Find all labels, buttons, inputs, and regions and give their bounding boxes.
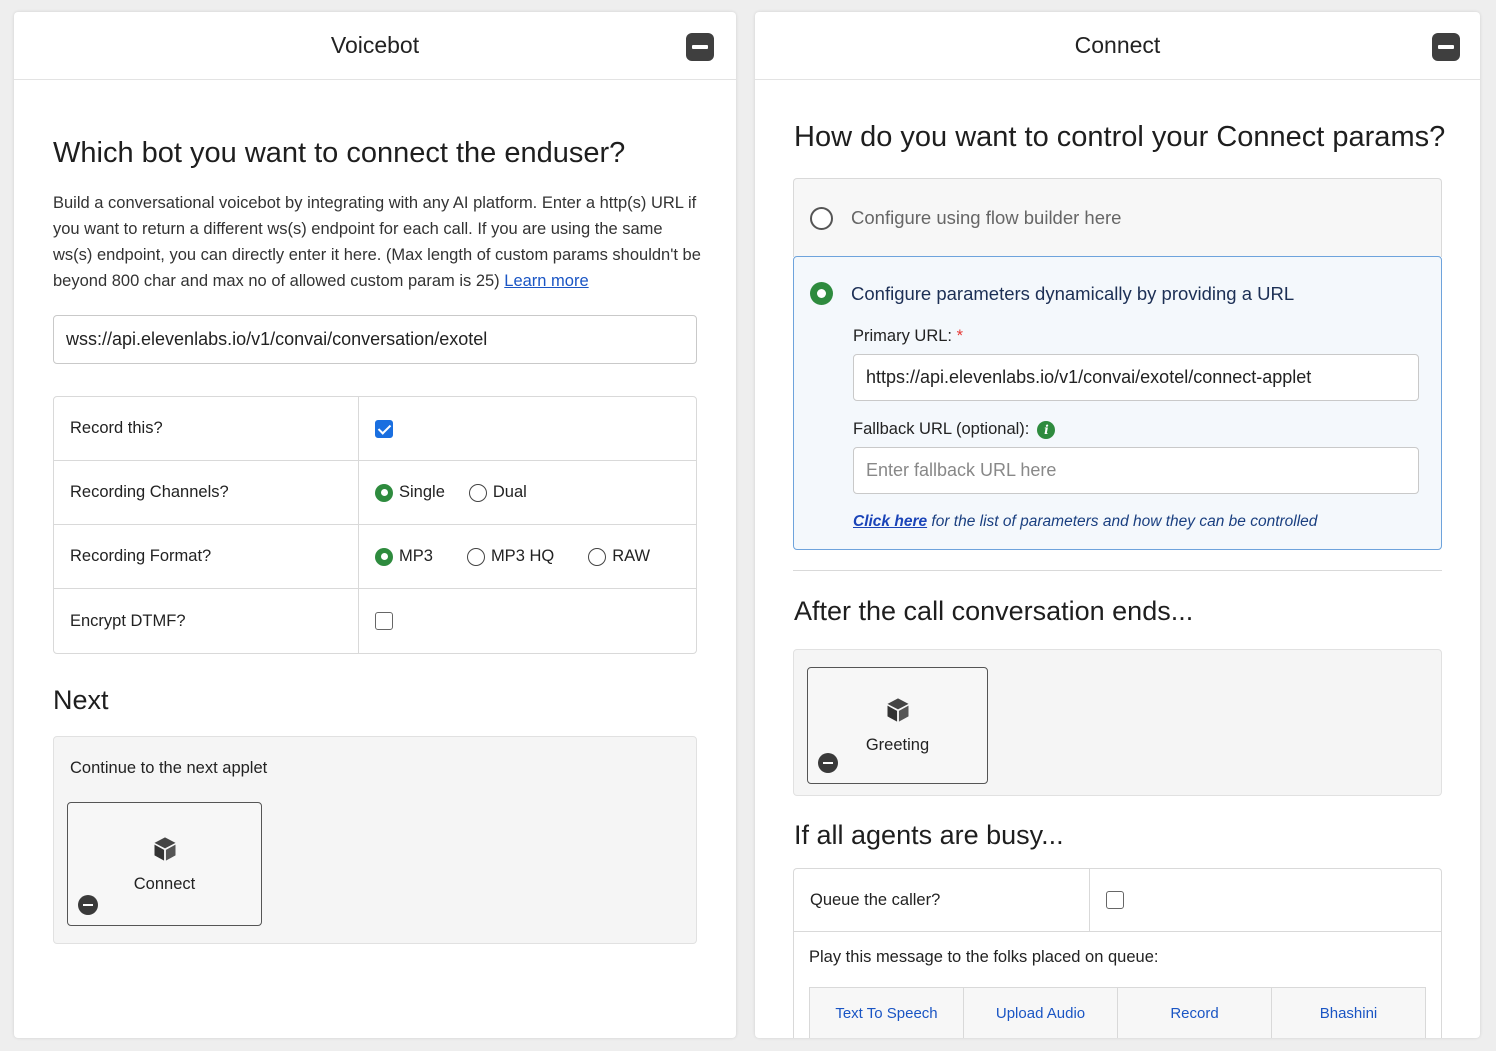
queue-value [1090, 869, 1441, 931]
encrypt-value [359, 589, 696, 653]
flow-builder-option[interactable]: Configure using flow builder here [793, 178, 1442, 257]
after-call-box: Greeting [793, 649, 1442, 796]
table-row: Recording Format? MP3 MP3 HQ RAW [54, 525, 696, 589]
voicebot-panel: Voicebot Which bot you want to connect t… [14, 12, 736, 1038]
applet-label: Connect [133, 874, 196, 893]
fallback-url-label: Fallback URL (optional): i [853, 420, 1056, 439]
minus-icon [83, 903, 93, 907]
flow-builder-label: Configure using flow builder here [851, 207, 1122, 228]
panel-header: Connect [755, 12, 1480, 80]
remove-applet-button[interactable] [78, 895, 98, 915]
info-icon[interactable]: i [1037, 420, 1056, 439]
queue-checkbox[interactable] [1106, 891, 1124, 909]
remove-applet-button[interactable] [818, 753, 838, 773]
connect-panel: Connect How do you want to control your … [755, 12, 1480, 1038]
encrypt-checkbox[interactable] [375, 612, 393, 630]
fallback-url-input[interactable] [866, 460, 1406, 481]
section-heading: How do you want to control your Connect … [794, 121, 1446, 153]
channel-single-label: Single [399, 483, 445, 501]
record-value [359, 397, 696, 460]
minus-icon [692, 45, 708, 49]
format-mp3hq-option[interactable]: MP3 HQ [466, 547, 555, 566]
tab-bhashini[interactable]: Bhashini [1272, 988, 1425, 1038]
primary-url-input[interactable] [866, 367, 1406, 388]
panel-header: Voicebot [14, 12, 736, 80]
tab-record[interactable]: Record [1118, 988, 1272, 1038]
bot-url-field[interactable] [53, 315, 697, 364]
panel-title: Voicebot [330, 32, 420, 58]
format-mp3-label: MP3 [399, 547, 433, 565]
flow-builder-option-content: Configure using flow builder here [810, 206, 1122, 230]
panel-title: Connect [1074, 32, 1161, 58]
format-mp3hq-label: MP3 HQ [490, 547, 555, 565]
radio-selected-icon[interactable] [375, 547, 393, 566]
dynamic-option-content: Configure parameters dynamically by prov… [810, 282, 1294, 305]
primary-url-field[interactable] [853, 354, 1419, 401]
section-heading: Which bot you want to connect the enduse… [53, 137, 626, 169]
next-applet-card[interactable]: Connect [67, 802, 262, 926]
description: Build a conversational voicebot by integ… [53, 190, 703, 294]
after-call-applet-card[interactable]: Greeting [807, 667, 988, 784]
fallback-url-field[interactable] [853, 447, 1419, 494]
record-label: Record this? [54, 397, 359, 460]
table-row: Encrypt DTMF? [54, 589, 696, 653]
radio-icon[interactable] [810, 206, 833, 230]
channels-value: Single Dual [359, 461, 696, 524]
format-raw-label: RAW [612, 547, 651, 565]
channel-dual-label: Dual [492, 483, 527, 501]
queue-options-table: Queue the caller? Play this message to t… [793, 868, 1442, 1038]
cube-icon [887, 698, 908, 722]
tab-text-to-speech[interactable]: Text To Speech [810, 988, 964, 1038]
queue-message-tabs: Text To Speech Upload Audio Record Bhash… [809, 987, 1426, 1038]
primary-url-label: Primary URL: * [853, 327, 963, 346]
next-description: Continue to the next applet [70, 759, 268, 777]
click-here-link[interactable]: Click here [853, 513, 927, 530]
collapse-button[interactable] [686, 33, 714, 61]
channel-single-option[interactable]: Single [375, 483, 445, 502]
format-radio-group: MP3 MP3 HQ RAW [375, 547, 650, 566]
queue-message-label: Play this message to the folks placed on… [809, 948, 1159, 966]
next-applet-box: Continue to the next applet Connect [53, 736, 697, 944]
queue-label: Queue the caller? [794, 869, 1090, 931]
channels-label: Recording Channels? [54, 461, 359, 524]
dynamic-url-option[interactable]: Configure parameters dynamically by prov… [793, 256, 1442, 550]
learn-more-link[interactable]: Learn more [504, 272, 588, 290]
after-call-heading: After the call conversation ends... [794, 596, 1194, 626]
collapse-button[interactable] [1432, 33, 1460, 61]
minus-icon [823, 761, 833, 765]
parameters-hint: Click here for the list of parameters an… [853, 513, 1317, 531]
required-marker: * [956, 327, 964, 345]
encrypt-label: Encrypt DTMF? [54, 589, 359, 653]
applet-label: Greeting [865, 736, 930, 754]
channel-dual-option[interactable]: Dual [468, 483, 527, 502]
channels-radio-group: Single Dual [375, 483, 527, 502]
minus-icon [1438, 45, 1454, 49]
record-checkbox[interactable] [375, 419, 393, 438]
hint-text: for the list of parameters and how they … [927, 513, 1318, 530]
radio-selected-icon[interactable] [375, 483, 393, 502]
bot-url-input[interactable] [66, 329, 684, 350]
fallback-url-label-text: Fallback URL (optional): [853, 420, 1030, 438]
format-raw-option[interactable]: RAW [588, 547, 650, 566]
divider [793, 570, 1442, 571]
radio-icon[interactable] [588, 547, 607, 566]
busy-heading: If all agents are busy... [794, 820, 1064, 850]
format-label: Recording Format? [54, 525, 359, 588]
description-text: Build a conversational voicebot by integ… [53, 194, 701, 290]
recording-options-table: Record this? Recording Channels? Single … [53, 396, 697, 654]
table-row: Record this? [54, 397, 696, 461]
format-value: MP3 MP3 HQ RAW [359, 525, 696, 588]
table-row: Recording Channels? Single Dual [54, 461, 696, 525]
next-heading: Next [53, 685, 109, 715]
format-mp3-option[interactable]: MP3 [375, 547, 433, 566]
cube-icon [154, 836, 175, 861]
dynamic-option-label: Configure parameters dynamically by prov… [851, 282, 1295, 304]
radio-selected-icon[interactable] [810, 282, 833, 305]
radio-icon[interactable] [466, 547, 485, 566]
radio-icon[interactable] [468, 483, 487, 502]
primary-url-label-text: Primary URL: [853, 327, 953, 345]
tab-upload-audio[interactable]: Upload Audio [964, 988, 1118, 1038]
table-row: Queue the caller? [794, 869, 1441, 932]
